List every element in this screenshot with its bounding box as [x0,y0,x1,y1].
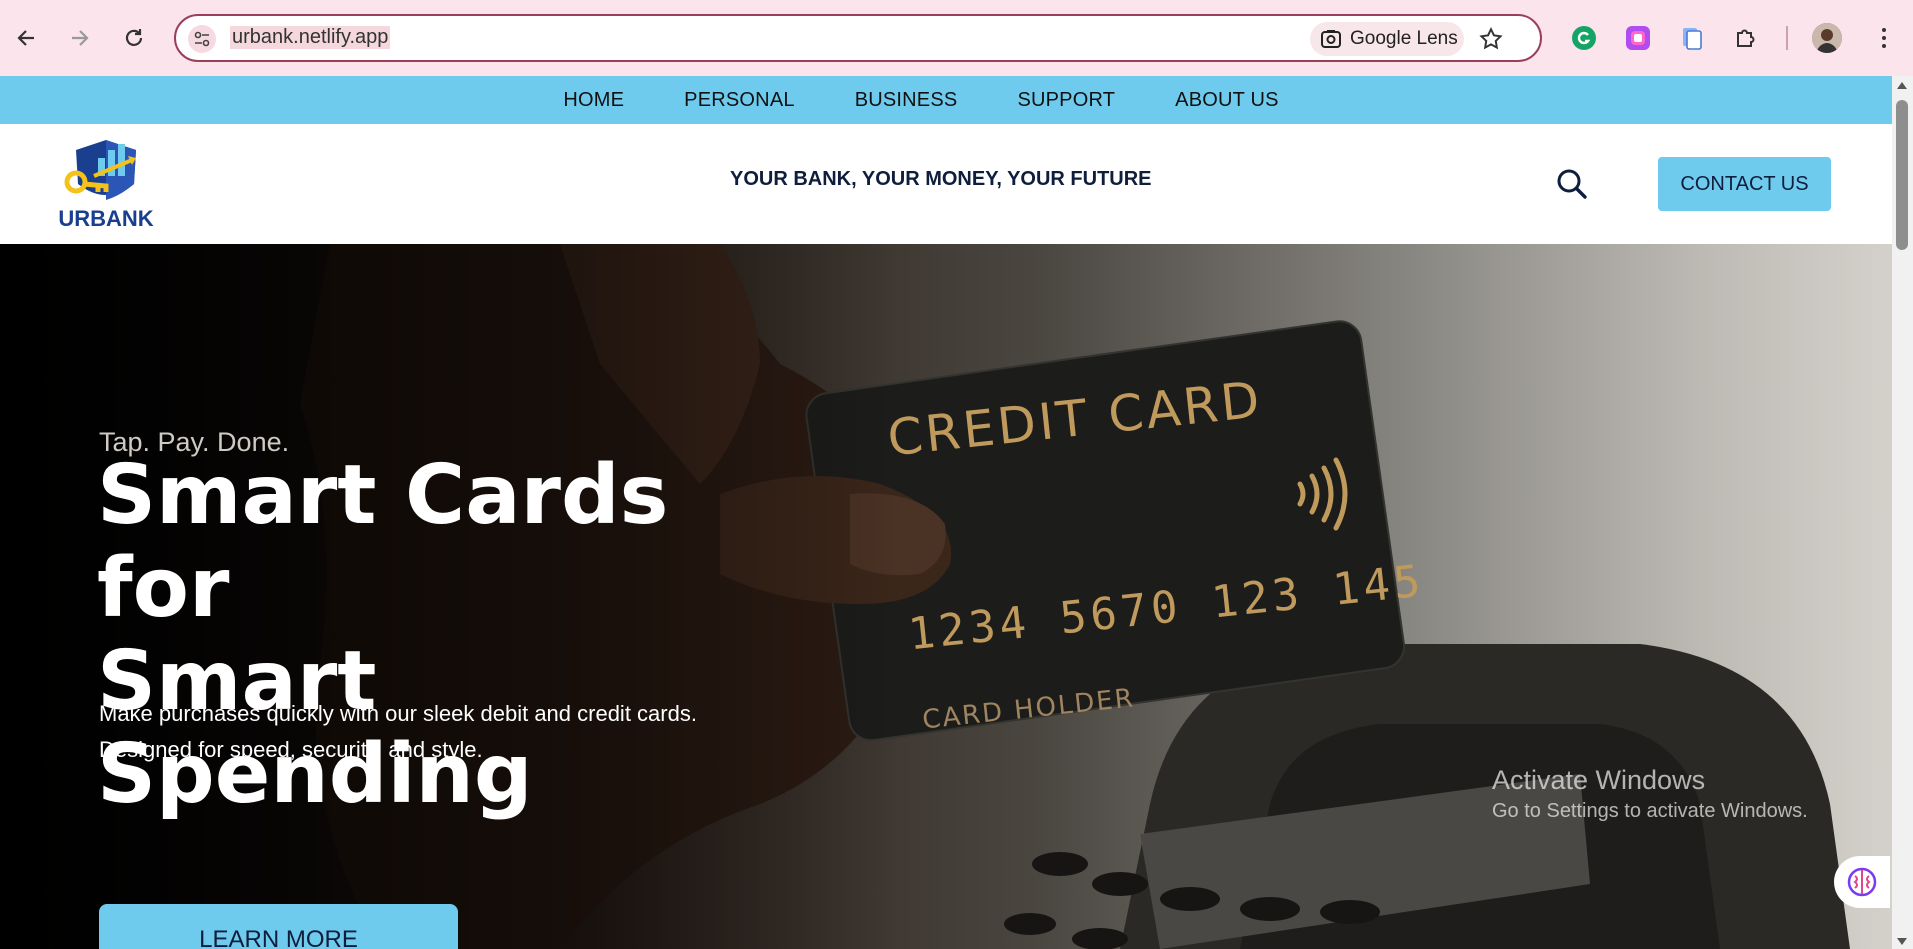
site-header: URBANK YOUR BANK, YOUR MONEY, YOUR FUTUR… [0,124,1892,244]
card-holder-text: CARD HOLDER [921,683,1136,735]
scrollbar-thumb[interactable] [1896,100,1908,250]
brain-icon [1847,867,1877,897]
grammarly-icon [1572,26,1596,50]
address-bar[interactable]: urbank.netlify.app Google Lens [174,14,1542,62]
forward-icon [72,30,89,46]
search-button[interactable] [1554,166,1590,202]
description-line-2: Designed for speed, security, and style. [99,737,483,762]
card-number-text: 1234 5670 123 145 [906,555,1427,660]
purple-extension[interactable] [1624,24,1652,52]
urbank-logo[interactable]: URBANK [54,138,158,234]
avatar-icon [1812,23,1842,53]
activate-windows-watermark: Activate Windows Go to Settings to activ… [1492,765,1808,823]
nav-support[interactable]: SUPPORT [1017,89,1115,112]
site-info-button[interactable] [188,25,216,53]
site-info-icon [194,31,210,47]
forward-button[interactable] [60,18,100,58]
url-text[interactable]: urbank.netlify.app [230,26,391,49]
extension-purple-icon [1626,26,1650,50]
extension-copy-icon [1683,28,1702,50]
page-scrollbar[interactable] [1892,76,1913,949]
back-icon [17,30,34,46]
logo-text: URBANK [58,206,154,231]
contact-us-button[interactable]: CONTACT US [1658,157,1831,211]
reload-button[interactable] [114,18,154,58]
tagline: YOUR BANK, YOUR MONEY, YOUR FUTURE [730,168,1152,190]
nav-business[interactable]: BUSINESS [855,89,958,112]
reload-icon [125,29,143,46]
top-nav: HOME PERSONAL BUSINESS SUPPORT ABOUT US [0,76,1892,124]
extensions-puzzle-icon [1737,29,1755,47]
hero-description: Make purchases quickly with our sleek de… [99,696,799,768]
headline-line-1: Smart Cards for [97,448,669,636]
search-icon [1557,169,1587,199]
nav-home[interactable]: HOME [563,89,624,112]
description-line-1: Make purchases quickly with our sleek de… [99,701,697,726]
google-lens-button[interactable]: Google Lens [1310,22,1464,56]
contactless-icon [1297,457,1348,531]
profile-avatar[interactable] [1812,23,1842,53]
nav-personal[interactable]: PERSONAL [684,89,795,112]
lens-icon [1321,30,1341,48]
extensions-button[interactable] [1732,24,1760,52]
google-lens-label: Google Lens [1350,28,1458,49]
star-icon [1479,27,1503,50]
activate-title: Activate Windows [1492,765,1706,795]
hero-section: CREDIT CARD 1234 5670 123 145 CARD HOLDE… [0,244,1892,949]
activate-subtitle: Go to Settings to activate Windows. [1492,800,1808,822]
grammarly-extension[interactable] [1570,24,1598,52]
browser-menu-button[interactable] [1872,24,1896,52]
copy-extension[interactable] [1678,24,1706,52]
scroll-up-arrow[interactable] [1897,82,1907,89]
shield-key-logo-icon [64,140,136,200]
browser-toolbar: urbank.netlify.app Google Lens [0,0,1913,77]
scroll-down-arrow[interactable] [1897,938,1907,945]
assistant-floating-button[interactable] [1834,856,1890,908]
nav-about-us[interactable]: ABOUT US [1175,89,1278,112]
learn-more-button[interactable]: LEARN MORE [99,904,458,949]
bookmark-star-button[interactable] [1478,26,1504,56]
back-button[interactable] [6,18,46,58]
card-title-text: CREDIT CARD [885,370,1265,467]
toolbar-divider [1786,26,1788,50]
